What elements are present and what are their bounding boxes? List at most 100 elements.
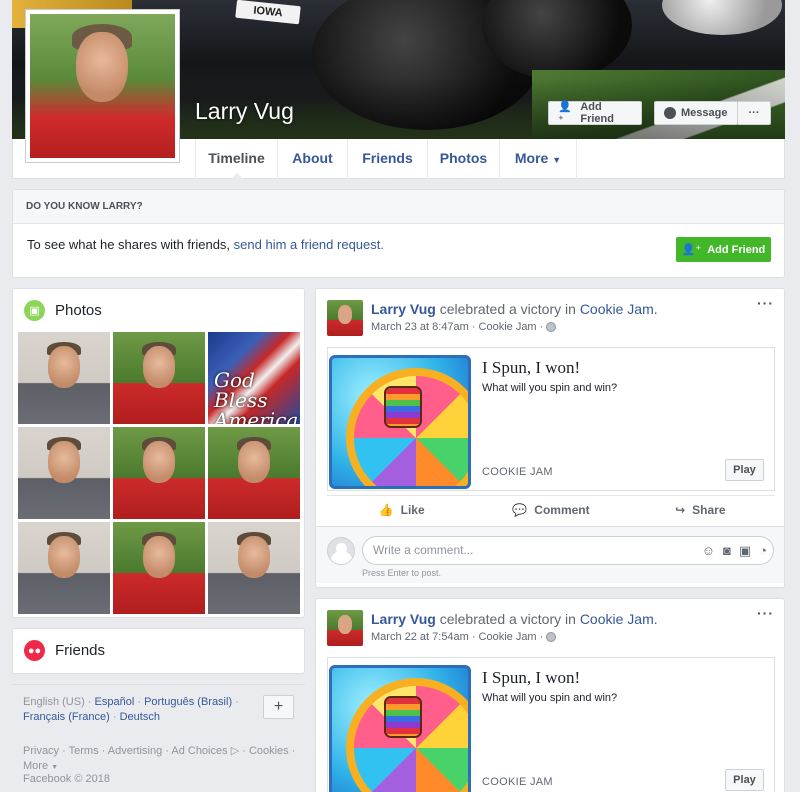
cake-icon bbox=[386, 698, 420, 736]
game-attachment[interactable]: I Spun, I won! What will you spin and wi… bbox=[327, 347, 775, 491]
globe-icon bbox=[546, 322, 557, 332]
photo-face bbox=[143, 346, 175, 388]
share-icon: ↪ bbox=[675, 502, 686, 517]
friends-title-label: Friends bbox=[55, 642, 106, 659]
photo-thumbnail[interactable] bbox=[113, 427, 205, 519]
like-button[interactable]: 👍 Like bbox=[327, 496, 476, 523]
photo-thumbnail[interactable] bbox=[18, 332, 110, 424]
play-button[interactable]: Play bbox=[725, 459, 764, 481]
tab-photos[interactable]: Photos bbox=[427, 139, 499, 179]
profile-name[interactable]: Larry Vug bbox=[195, 98, 294, 125]
more-languages-button[interactable]: + bbox=[263, 695, 294, 719]
add-friend-label: Add Friend bbox=[580, 101, 614, 125]
photo-thumbnail[interactable] bbox=[18, 522, 110, 614]
comment-hint: Press Enter to post. bbox=[362, 568, 442, 578]
post-game-link[interactable]: Cookie Jam. bbox=[580, 611, 658, 627]
messenger-icon bbox=[664, 107, 676, 119]
add-friend-label: Add Friend bbox=[707, 243, 766, 256]
profile-picture[interactable] bbox=[25, 9, 180, 163]
post-action-text: celebrated a victory in bbox=[439, 611, 576, 627]
footer-link[interactable]: Privacy bbox=[23, 745, 59, 757]
camera-icon[interactable]: ◙ bbox=[723, 537, 731, 564]
do-you-know-heading: DO YOU KNOW LARRY? bbox=[13, 190, 784, 224]
send-friend-request-link[interactable]: send him a friend request. bbox=[234, 237, 384, 252]
tab-more[interactable]: More ▼ bbox=[499, 139, 577, 179]
profile-face bbox=[76, 32, 128, 102]
do-you-know-box: DO YOU KNOW LARRY? To see what he shares… bbox=[12, 189, 785, 278]
comment-placeholder: Write a comment... bbox=[373, 543, 474, 557]
emoji-icon[interactable]: ☺ bbox=[702, 537, 715, 564]
sticker-icon[interactable]: ◔ bbox=[759, 537, 767, 564]
language-link[interactable]: Português (Brasil) bbox=[144, 696, 232, 708]
attachment-description: What will you spin and win? bbox=[482, 382, 618, 394]
friend-request-prefix: To see what he shares with friends, bbox=[27, 237, 234, 252]
friends-icon: ●● bbox=[24, 640, 45, 661]
friends-title[interactable]: ●● Friends bbox=[24, 640, 105, 661]
add-friend-button[interactable]: 👤⁺ Add Friend bbox=[548, 101, 642, 126]
footer-link[interactable]: Cookies bbox=[249, 745, 289, 757]
photo-face bbox=[238, 536, 270, 578]
flag-text: God Bless America bbox=[214, 368, 299, 424]
photo-face bbox=[143, 536, 175, 578]
footer-link[interactable]: Ad Choices bbox=[171, 745, 227, 757]
language-link[interactable]: Deutsch bbox=[120, 711, 160, 723]
cake-icon bbox=[386, 388, 420, 426]
photo-thumbnail[interactable] bbox=[113, 522, 205, 614]
post-headline: Larry Vug celebrated a victory in Cookie… bbox=[371, 301, 658, 317]
attachment-description: What will you spin and win? bbox=[482, 692, 618, 704]
globe-icon bbox=[546, 632, 557, 642]
footer-link[interactable]: Advertising bbox=[108, 745, 162, 757]
language-selector: English (US) · Español · Português (Bras… bbox=[12, 684, 305, 734]
add-friend-button-secondary[interactable]: 👤⁺ Add Friend bbox=[676, 237, 771, 262]
photo-face bbox=[238, 441, 270, 483]
photos-icon: ▣ bbox=[24, 300, 45, 321]
photos-title[interactable]: ▣ Photos bbox=[24, 300, 102, 321]
more-options-button[interactable]: ··· bbox=[737, 101, 771, 125]
post-options-button[interactable]: ··· bbox=[757, 295, 774, 311]
post-timestamp[interactable]: March 23 at 8:47am bbox=[371, 321, 469, 333]
post-author-link[interactable]: Larry Vug bbox=[371, 611, 436, 627]
language-link[interactable]: Español bbox=[95, 696, 135, 708]
tab-about[interactable]: About bbox=[277, 139, 347, 179]
post-timestamp[interactable]: March 22 at 7:54am bbox=[371, 631, 469, 643]
thumbs-up-icon: 👍 bbox=[378, 502, 394, 517]
post-author-avatar[interactable] bbox=[327, 300, 363, 336]
photo-thumbnail[interactable] bbox=[18, 427, 110, 519]
post-app[interactable]: Cookie Jam bbox=[479, 631, 537, 643]
game-image bbox=[329, 665, 471, 792]
photo-thumbnail[interactable] bbox=[208, 522, 300, 614]
add-friend-icon: 👤⁺ bbox=[558, 101, 572, 126]
gif-icon[interactable]: ▣ bbox=[739, 537, 751, 564]
commenter-avatar bbox=[327, 537, 355, 565]
tab-friends[interactable]: Friends bbox=[347, 139, 427, 179]
photos-card: ▣ Photos God Bless America bbox=[12, 288, 305, 618]
tab-label: About bbox=[292, 150, 333, 166]
language-link[interactable]: Français (France) bbox=[23, 711, 110, 723]
footer-link[interactable]: More bbox=[23, 760, 48, 772]
footer-links: Privacy · Terms · Advertising · Ad Choic… bbox=[23, 745, 296, 772]
photos-title-label: Photos bbox=[55, 302, 102, 319]
play-button[interactable]: Play bbox=[725, 769, 764, 791]
post-author-avatar[interactable] bbox=[327, 610, 363, 646]
photo-thumbnail[interactable] bbox=[113, 332, 205, 424]
comment-input[interactable]: Write a comment... ☺ ◙ ▣ ◔ bbox=[362, 536, 774, 565]
attachment-title: I Spun, I won! bbox=[482, 668, 581, 687]
message-button[interactable]: Message bbox=[654, 101, 738, 125]
tab-label: More bbox=[514, 150, 549, 166]
photo-thumbnail[interactable]: God Bless America bbox=[208, 332, 300, 424]
post-options-button[interactable]: ··· bbox=[757, 605, 774, 621]
post-app[interactable]: Cookie Jam bbox=[479, 321, 537, 333]
tab-timeline[interactable]: Timeline bbox=[195, 139, 277, 180]
attachment-source: COOKIE JAM bbox=[482, 776, 553, 788]
post-game-link[interactable]: Cookie Jam. bbox=[580, 301, 658, 317]
footer-link[interactable]: Terms bbox=[69, 745, 99, 757]
photo-thumbnail[interactable] bbox=[208, 427, 300, 519]
comment-label: Comment bbox=[534, 502, 590, 517]
game-attachment[interactable]: I Spun, I won! What will you spin and wi… bbox=[327, 657, 775, 792]
share-button[interactable]: ↪ Share bbox=[626, 496, 775, 523]
attachment-source: COOKIE JAM bbox=[482, 466, 553, 478]
comment-input-icons: ☺ ◙ ▣ ◔ bbox=[702, 537, 767, 564]
post-author-link[interactable]: Larry Vug bbox=[371, 301, 436, 317]
comment-button[interactable]: 💬 Comment bbox=[476, 496, 625, 523]
add-friend-icon: 👤⁺ bbox=[681, 244, 702, 256]
